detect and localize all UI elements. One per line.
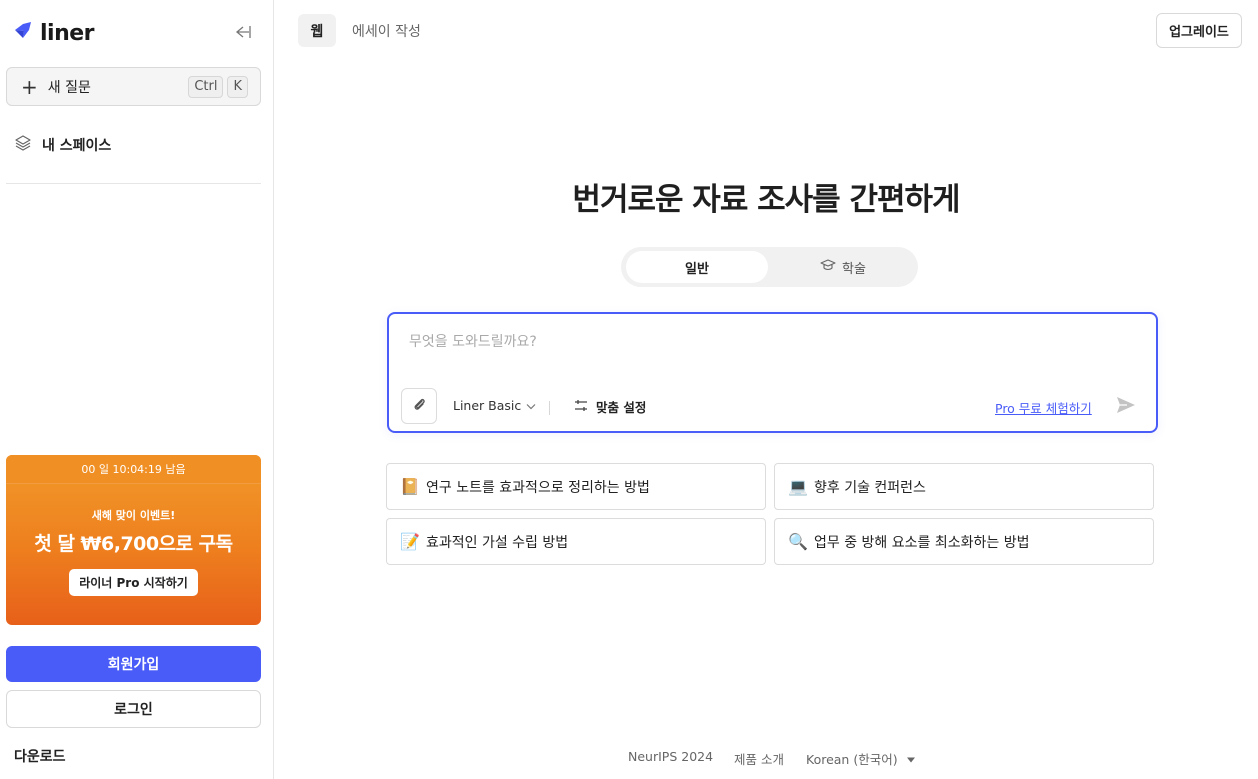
collapse-sidebar-button[interactable]: [232, 22, 254, 44]
send-icon: [1116, 396, 1136, 418]
toolbar-divider: [549, 401, 550, 415]
caret-down-icon: [906, 751, 916, 766]
upgrade-button[interactable]: 업그레이드: [1156, 13, 1242, 48]
search-box: Liner Basic 맞춤 설정 Pro 무료 체험하기: [387, 312, 1158, 433]
mode-academic-label: 학술: [842, 261, 866, 277]
suggestion-text: 효과적인 가설 수립 방법: [426, 534, 569, 551]
sliders-icon: [574, 399, 588, 415]
tab-essay[interactable]: 에세이 작성: [352, 21, 421, 41]
shortcut-key-ctrl: Ctrl: [188, 76, 224, 98]
memo-icon: 📝: [400, 532, 420, 551]
suggestion-text: 업무 중 방해 요소를 최소화하는 방법: [814, 534, 1030, 551]
new-question-button[interactable]: + 새 질문 Ctrl K: [6, 67, 261, 106]
suggestion-card[interactable]: 💻 향후 기술 컨퍼런스: [774, 463, 1154, 510]
login-button[interactable]: 로그인: [6, 690, 261, 728]
chevron-down-icon: [526, 398, 536, 413]
suggestion-card[interactable]: 📔 연구 노트를 효과적으로 정리하는 방법: [386, 463, 766, 510]
laptop-icon: 💻: [788, 477, 808, 496]
download-link[interactable]: 다운로드: [14, 746, 66, 766]
language-select[interactable]: Korean (한국어): [806, 749, 916, 768]
collapse-icon: [234, 24, 252, 43]
plus-icon: +: [21, 74, 38, 99]
layers-icon: [14, 134, 32, 156]
sidebar-divider: [6, 183, 261, 184]
promo-subtitle: 새해 맞이 이벤트!: [91, 509, 176, 522]
sidebar: liner + 새 질문 Ctrl K 내 스페이스 00 일 10:04:19…: [0, 0, 274, 779]
footer-product-link[interactable]: 제품 소개: [734, 749, 784, 768]
model-select[interactable]: Liner Basic: [453, 398, 536, 413]
mode-general[interactable]: 일반: [626, 251, 768, 283]
footer-neurips-link[interactable]: NeurIPS 2024: [628, 749, 713, 764]
search-input[interactable]: [409, 330, 1129, 354]
paperclip-icon: [411, 396, 427, 416]
suggestion-text: 향후 기술 컨퍼런스: [814, 479, 926, 496]
custom-settings-label: 맞춤 설정: [596, 400, 647, 415]
page-title: 번거로운 자료 조사를 간편하게: [572, 182, 960, 218]
model-label: Liner Basic: [453, 398, 522, 413]
sidebar-item-my-space[interactable]: 내 스페이스: [14, 134, 111, 156]
new-question-label: 새 질문: [47, 79, 91, 96]
mode-toggle: 일반 학술: [621, 247, 918, 287]
tab-web[interactable]: 웹: [298, 14, 336, 47]
suggestion-card[interactable]: 🔍 업무 중 방해 요소를 최소화하는 방법: [774, 518, 1154, 565]
shortcut-key-k: K: [227, 76, 248, 98]
promo-card: 00 일 10:04:19 남음 새해 맞이 이벤트! 첫 달 ₩6,700으로…: [6, 455, 261, 625]
start-pro-button[interactable]: 라이너 Pro 시작하기: [69, 569, 198, 596]
promo-countdown: 00 일 10:04:19 남음: [6, 455, 261, 484]
custom-settings-button[interactable]: 맞춤 설정: [574, 397, 646, 416]
shortcut-hint: Ctrl K: [188, 76, 248, 98]
mode-academic[interactable]: 학술: [773, 251, 913, 283]
my-space-label: 내 스페이스: [42, 138, 112, 154]
attach-button[interactable]: [401, 388, 437, 424]
language-label: Korean (한국어): [806, 752, 898, 767]
send-button[interactable]: [1115, 396, 1137, 418]
pro-trial-link[interactable]: Pro 무료 체험하기: [995, 398, 1092, 417]
suggestion-card[interactable]: 📝 효과적인 가설 수립 방법: [386, 518, 766, 565]
mode-general-label: 일반: [685, 261, 709, 277]
promo-headline: 첫 달 ₩6,700으로 구독: [34, 533, 233, 555]
liner-logo-icon: [12, 20, 34, 46]
signup-button[interactable]: 회원가입: [6, 646, 261, 682]
logo-text: liner: [40, 20, 95, 46]
liner-logo[interactable]: liner: [12, 20, 95, 46]
suggestion-text: 연구 노트를 효과적으로 정리하는 방법: [426, 479, 650, 496]
magnifier-icon: 🔍: [788, 532, 808, 551]
notebook-icon: 📔: [400, 477, 420, 496]
graduation-cap-icon: [820, 258, 836, 276]
